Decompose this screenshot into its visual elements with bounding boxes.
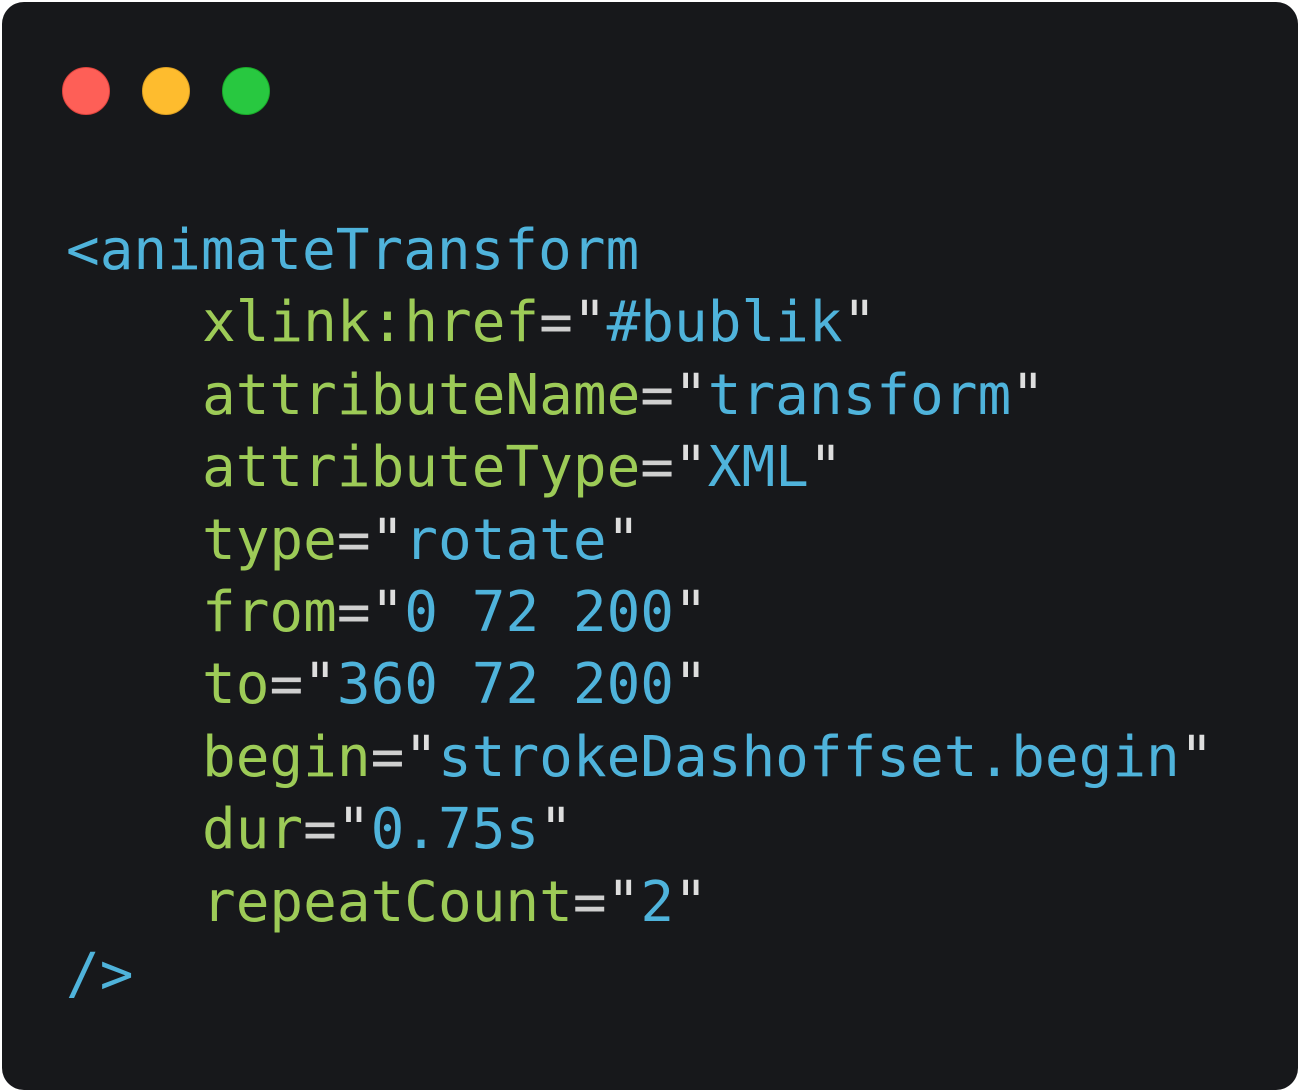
code-line-attribute: attributeName="transform"	[202, 362, 1045, 428]
code-line-attribute: begin="strokeDashoffset.begin"	[202, 724, 1214, 790]
code-line-open-tag: <animateTransform	[66, 215, 1213, 287]
attribute-value: rotate	[404, 507, 607, 573]
code-block: <animateTransform xlink:href="#bublik" att…	[66, 215, 1213, 1011]
attribute-value: 360 72 200	[336, 652, 675, 718]
code-line-close-tag: />	[66, 939, 1213, 1011]
code-line-attribute: type="rotate"	[202, 507, 641, 573]
attribute-name: repeatCount	[202, 869, 573, 935]
close-tag: />	[66, 941, 134, 1007]
code-window: <animateTransform xlink:href="#bublik" att…	[2, 2, 1298, 1090]
attribute-name: to	[202, 652, 270, 718]
attribute-name: type	[202, 507, 337, 573]
attribute-name: from	[202, 579, 337, 645]
maximize-button[interactable]	[222, 67, 270, 115]
code-line-attribute: xlink:href="#bublik"	[202, 290, 877, 356]
code-line-attribute: to="360 72 200"	[202, 652, 708, 718]
attribute-value: 2	[640, 869, 675, 935]
code-line-attribute: attributeType="XML"	[202, 435, 843, 501]
attribute-name: dur	[202, 797, 304, 863]
attribute-name: xlink:href	[202, 290, 540, 356]
attribute-name: begin	[202, 724, 371, 790]
minimize-button[interactable]	[142, 67, 190, 115]
attribute-value: transform	[707, 362, 1012, 428]
code-line-attribute: from="0 72 200"	[202, 579, 708, 645]
attribute-name: attributeName	[202, 362, 641, 428]
code-line-attribute: repeatCount="2"	[202, 869, 708, 935]
attribute-value: 0.75s	[370, 797, 540, 863]
attribute-value: strokeDashoffset.begin	[438, 724, 1180, 790]
attribute-value: 0 72 200	[404, 579, 675, 645]
code-line-attribute: dur="0.75s"	[202, 797, 573, 863]
attribute-name: attributeType	[202, 435, 641, 501]
open-tag: <animateTransform	[66, 218, 640, 283]
attribute-value: XML	[707, 435, 809, 501]
attribute-value: #bublik	[606, 290, 843, 356]
close-button[interactable]	[62, 67, 110, 115]
